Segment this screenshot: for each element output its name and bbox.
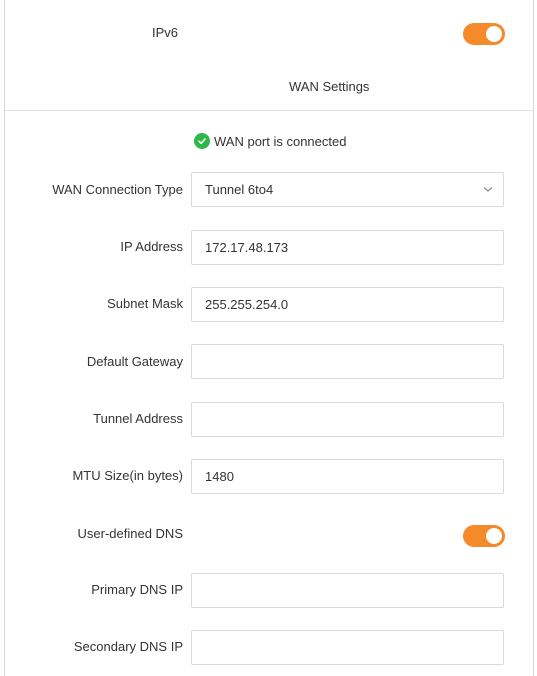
ipv6-toggle[interactable] [463,23,505,45]
user-defined-dns-toggle[interactable] [463,525,505,547]
toggle-knob [486,26,502,42]
mtu-label: MTU Size(in bytes) [72,468,183,483]
default-gateway-label: Default Gateway [86,354,183,369]
toggle-knob [486,528,502,544]
section-title: WAN Settings [289,79,370,94]
secondary-dns-input[interactable] [191,630,504,665]
wan-connection-type-label: WAN Connection Type [52,182,183,197]
primary-dns-input[interactable] [191,573,504,608]
connection-status: WAN port is connected [194,133,346,149]
wan-connection-type-select[interactable]: Tunnel 6to4 [191,172,504,207]
chevron-down-icon [483,187,493,192]
default-gateway-input[interactable] [191,344,504,379]
subnet-mask-label: Subnet Mask [107,296,183,311]
ip-address-label: IP Address [120,239,183,254]
tunnel-address-input[interactable] [191,402,504,437]
ipv6-label: IPv6 [152,25,179,40]
subnet-mask-input[interactable]: 255.255.254.0 [191,287,504,322]
ip-address-input[interactable]: 172.17.48.173 [191,230,504,265]
primary-dns-label: Primary DNS IP [91,582,183,597]
tunnel-address-label: Tunnel Address [93,411,183,426]
status-text: WAN port is connected [214,133,347,149]
user-defined-dns-label: User-defined DNS [77,526,184,541]
divider [5,110,533,111]
wan-connection-type-value: Tunnel 6to4 [205,182,274,197]
mtu-input[interactable]: 1480 [191,459,504,494]
secondary-dns-label: Secondary DNS IP [73,639,183,654]
check-circle-icon [194,133,210,149]
